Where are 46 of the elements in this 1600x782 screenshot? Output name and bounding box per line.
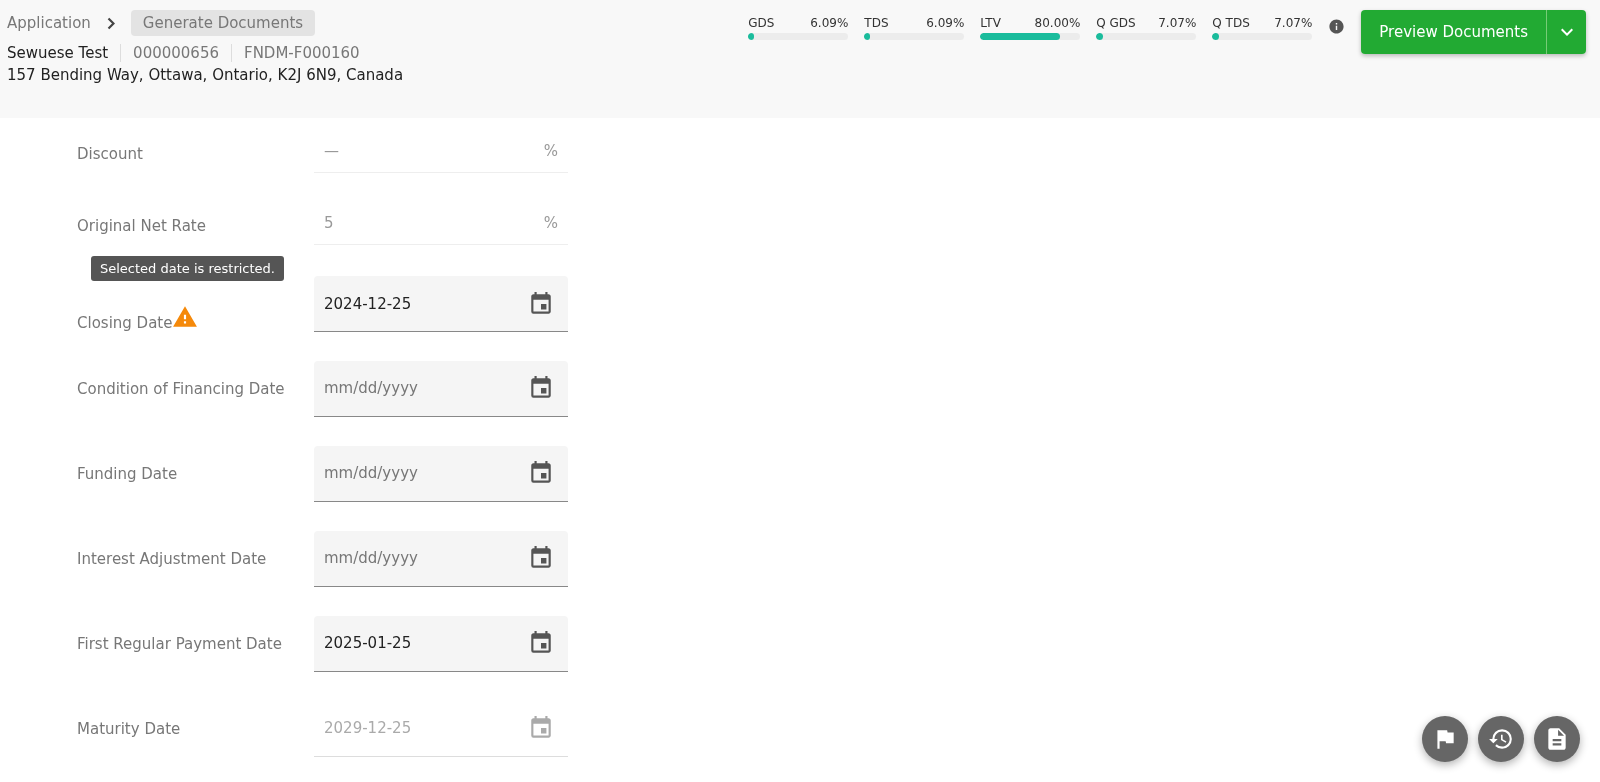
ratio-value: 6.09% (810, 16, 849, 30)
ratio-value: 6.09% (926, 16, 965, 30)
applicant-name: Sewuese Test (7, 44, 110, 62)
calendar-icon (528, 630, 554, 656)
breadcrumb-item[interactable]: Application (7, 14, 91, 32)
flag-button[interactable] (1422, 716, 1468, 762)
calendar-icon (528, 545, 554, 571)
ratio-value: 80.00% (1034, 16, 1081, 30)
history-icon (1488, 726, 1514, 752)
field-label: Maturity Date (77, 719, 181, 738)
date-field[interactable]: 2024-12-25 (314, 276, 568, 332)
field-label: First Regular Payment Date (77, 634, 282, 653)
ratio-label: Q GDS (1096, 16, 1136, 30)
calendar-icon (528, 460, 554, 486)
address-text: 157 Bending Way, Ottawa, Ontario, K2J 6N9, Canada (7, 66, 404, 84)
tooltip: Selected date is restricted. (91, 256, 284, 281)
document-button[interactable] (1534, 716, 1580, 762)
warning-icon (172, 304, 199, 330)
ratio-label: TDS (864, 16, 889, 30)
field-label: Interest Adjustment Date (77, 549, 267, 568)
date-field[interactable]: mm/dd/yyyy (314, 360, 568, 417)
breadcrumb-item[interactable]: Generate Documents (130, 10, 316, 36)
field-label: Funding Date (77, 464, 178, 483)
ratio-label: Q TDS (1212, 16, 1250, 30)
ratio-label: LTV (980, 16, 1001, 30)
field-label: Original Net Rate (77, 217, 207, 235)
reference-number: FNDM-F000160 (231, 44, 372, 62)
field-label: Closing Date (77, 314, 173, 332)
percent-field[interactable]: — % (314, 135, 568, 173)
calendar-icon (528, 375, 554, 401)
ratio-label: GDS (748, 16, 775, 30)
info-icon (1328, 18, 1346, 35)
field-label: Discount (77, 145, 144, 163)
application-number: 000000656 (120, 44, 231, 62)
history-button[interactable] (1478, 716, 1524, 762)
date-field[interactable]: mm/dd/yyyy (314, 445, 568, 502)
date-field[interactable]: 2025-01-25 (314, 615, 568, 672)
calendar-icon (528, 290, 554, 317)
date-field[interactable]: mm/dd/yyyy (314, 530, 568, 587)
field-label: Condition of Financing Date (77, 379, 285, 398)
ratio-value: 7.07% (1274, 16, 1313, 30)
preview-documents-button[interactable]: Preview Documents (1361, 10, 1546, 54)
ratio-value: 7.07% (1158, 16, 1197, 30)
chevron-right-icon (106, 16, 115, 30)
percent-field[interactable]: 5 % (314, 207, 568, 245)
calendar-icon (528, 715, 554, 741)
